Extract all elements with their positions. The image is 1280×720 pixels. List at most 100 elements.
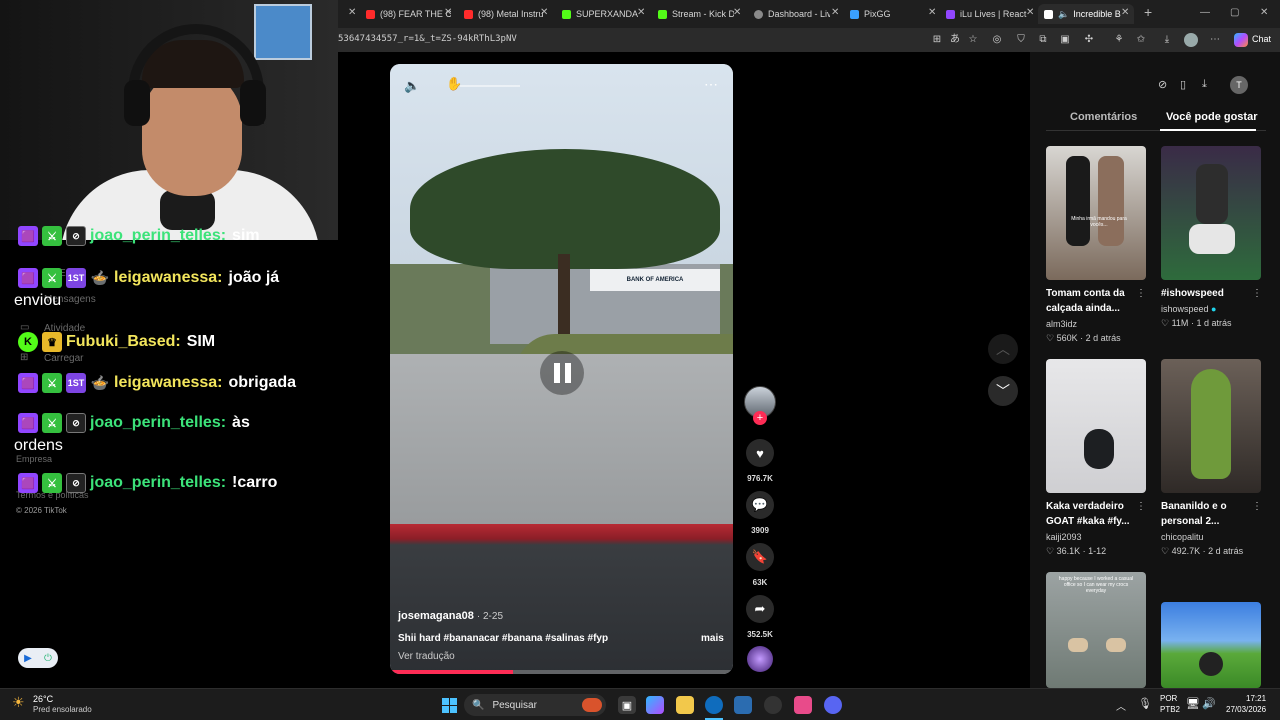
split-icon[interactable]: ⚘ <box>1112 33 1126 47</box>
close-tab-icon[interactable]: ✕ <box>348 7 356 18</box>
weather-icon[interactable]: ☀ <box>12 694 25 711</box>
chat-username[interactable]: joao_perin_telles: <box>90 227 226 245</box>
tab-5[interactable]: PixGG <box>850 4 926 24</box>
maximize-button[interactable]: ▢ <box>1230 7 1239 18</box>
favorites-icon[interactable]: ✩ <box>1134 33 1148 47</box>
card-title[interactable]: #ishowspeed <box>1161 286 1261 301</box>
video-thumbnail[interactable] <box>1161 602 1261 688</box>
chat-username[interactable]: Fubuki_Based: <box>66 333 181 351</box>
close-tab-icon[interactable]: ✕ <box>444 7 452 18</box>
video-thumbnail[interactable]: Minha irmã mandou para vocês... <box>1046 146 1146 280</box>
volume-slider[interactable] <box>460 85 520 87</box>
card-title[interactable]: Kaka verdadeiro GOAT #kaka #fy... <box>1046 499 1146 529</box>
card-menu-icon[interactable]: ⋮ <box>1252 501 1262 512</box>
video-thumbnail[interactable] <box>1161 359 1261 493</box>
app-icon[interactable] <box>764 696 782 714</box>
card-title[interactable]: Tomam conta da calçada ainda... <box>1046 286 1146 316</box>
card-menu-icon[interactable]: ⋮ <box>1136 288 1146 299</box>
copilot-chat-label[interactable]: Chat <box>1252 34 1271 44</box>
clock-date[interactable]: 27/03/2026 <box>1226 705 1266 714</box>
weather-desc[interactable]: Pred ensolarado <box>33 705 92 714</box>
chat-username[interactable]: joao_perin_telles: <box>90 414 226 432</box>
chat-username[interactable]: joao_perin_telles: <box>90 474 226 492</box>
video-thumbnail[interactable] <box>1046 359 1146 493</box>
tab-3[interactable]: Stream - Kick Da <box>658 4 734 24</box>
previous-video-button[interactable]: ︿ <box>988 334 1018 364</box>
extension-icon[interactable]: ◎ <box>990 33 1004 47</box>
music-disc-icon[interactable] <box>747 646 773 672</box>
download-icon[interactable]: ⤓ <box>1160 33 1174 47</box>
profile-avatar[interactable] <box>1184 33 1198 47</box>
clock-time[interactable]: 17:21 <box>1246 694 1266 703</box>
close-window-button[interactable]: ✕ <box>1260 7 1268 18</box>
card-title[interactable]: Bananildo e o personal 2... <box>1161 499 1261 529</box>
card-menu-icon[interactable]: ⋮ <box>1252 288 1262 299</box>
card-user[interactable]: ishowspeed ● <box>1161 304 1216 314</box>
pause-button[interactable] <box>540 351 584 395</box>
input-language[interactable]: POR <box>1160 694 1177 703</box>
close-tab-icon[interactable]: ✕ <box>831 7 839 18</box>
weather-temp[interactable]: 26°C <box>33 694 53 704</box>
chat-username[interactable]: leigawanessa: <box>114 269 223 287</box>
translate-icon[interactable]: あ <box>948 33 962 47</box>
tiktok-footer-company[interactable]: Empresa <box>16 454 52 464</box>
microphone-icon[interactable]: 🎙 <box>1138 697 1152 710</box>
user-avatar[interactable]: T <box>1230 76 1248 94</box>
follow-plus-icon[interactable]: + <box>753 411 767 425</box>
keyboard-layout[interactable]: PTB2 <box>1160 705 1180 714</box>
new-tab-button[interactable]: + <box>1144 4 1152 20</box>
more-link[interactable]: mais <box>701 633 724 644</box>
close-tab-icon[interactable]: ✕ <box>1121 7 1129 18</box>
edge-browser-icon[interactable] <box>705 696 723 714</box>
url-field[interactable]: 53647434557_r=1&_t=ZS-94kRThL3pNV <box>338 34 517 44</box>
app-icon[interactable] <box>794 696 812 714</box>
extensions-puzzle-icon[interactable]: ✣ <box>1082 33 1096 47</box>
tiktok-nav-upload[interactable]: Carregar <box>44 353 83 364</box>
tab-0[interactable]: (98) FEAR THE C <box>366 4 451 24</box>
video-player[interactable]: BANK OF AMERICA 🔈 ✋ ⋯ josemagana08 · 2-2… <box>390 64 733 674</box>
video-thumbnail[interactable] <box>1161 146 1261 280</box>
split-screen-icon[interactable]: ⊞ <box>930 33 944 47</box>
photos-icon[interactable] <box>734 696 752 714</box>
copilot-icon[interactable] <box>1234 33 1248 47</box>
extension-icon[interactable]: ⧉ <box>1036 33 1050 47</box>
close-tab-icon[interactable]: ✕ <box>540 7 548 18</box>
close-tab-icon[interactable]: ✕ <box>637 7 645 18</box>
sidebar-tool-icon[interactable]: ⊘ <box>1158 78 1167 91</box>
show-hidden-icons[interactable]: ︿ <box>1116 698 1126 713</box>
card-user[interactable]: chicopalitu <box>1161 532 1204 542</box>
discord-icon[interactable] <box>824 696 842 714</box>
more-options-icon[interactable]: ⋯ <box>704 76 718 93</box>
speaker-icon[interactable]: 🔈 <box>1058 9 1069 20</box>
mobile-icon[interactable]: ▯ <box>1180 78 1186 91</box>
favorite-star-icon[interactable]: ☆ <box>966 33 980 47</box>
close-tab-icon[interactable]: ✕ <box>1026 7 1034 18</box>
like-button[interactable]: ♥ <box>746 439 774 467</box>
card-user[interactable]: alm3idz <box>1046 319 1077 329</box>
more-icon[interactable]: ⋯ <box>1208 33 1222 47</box>
extension-icon[interactable]: ▣ <box>1058 33 1072 47</box>
chat-username[interactable]: leigawanessa: <box>114 374 223 392</box>
bitwarden-icon[interactable]: ⛉ <box>1014 33 1028 47</box>
comment-button[interactable]: 💬 <box>746 491 774 519</box>
close-tab-icon[interactable]: ✕ <box>928 7 936 18</box>
tab-1[interactable]: (98) Metal Instru <box>464 4 544 24</box>
translate-link[interactable]: Ver tradução <box>398 651 455 662</box>
tab-you-may-like[interactable]: Você pode gostar <box>1166 111 1257 123</box>
video-progress-track[interactable] <box>390 670 733 674</box>
download-icon[interactable]: ⤓ <box>1202 78 1207 91</box>
tab-4[interactable]: Dashboard - Liv <box>754 4 830 24</box>
tab-2[interactable]: SUPERXANDAO <box>562 4 638 24</box>
volume-icon[interactable]: 🔈 <box>404 78 420 94</box>
network-icon[interactable]: 🖥 <box>1186 697 1200 710</box>
card-menu-icon[interactable]: ⋮ <box>1136 501 1146 512</box>
tab-6[interactable]: iLu Lives | React <box>946 4 1028 24</box>
close-tab-icon[interactable]: ✕ <box>733 7 741 18</box>
video-author[interactable]: josemagana08 <box>398 610 474 622</box>
task-view-icon[interactable]: ▣ <box>618 696 636 714</box>
windows-start-icon[interactable] <box>440 696 458 714</box>
next-video-button[interactable]: ﹀ <box>988 376 1018 406</box>
card-user[interactable]: kaiji2093 <box>1046 532 1082 542</box>
save-button[interactable]: 🔖 <box>746 543 774 571</box>
upload-icon[interactable]: ⊞ <box>20 352 28 363</box>
